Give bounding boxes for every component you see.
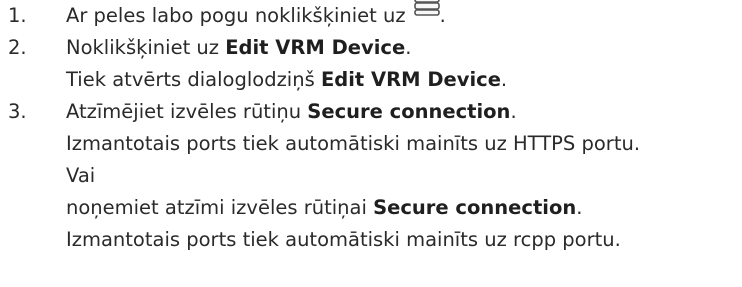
- step-2-bold: Edit VRM Device: [225, 36, 406, 59]
- step-result-text: Izmantotais ports tiek automātiski mainī…: [66, 132, 641, 155]
- step-3-alt-bold: Secure connection: [373, 196, 577, 219]
- step-result-text: Tiek atvērts dialoglodziņš Edit VRM Devi…: [66, 64, 507, 96]
- or-text: Vai: [66, 164, 96, 187]
- step-number: 1.: [8, 4, 27, 27]
- step-text: Noklikšķiniet uz Edit VRM Device.: [66, 32, 411, 64]
- step-2-suffix: .: [405, 36, 412, 59]
- step-3-alt-prefix: noņemiet atzīmi izvēles rūtiņai: [66, 196, 374, 219]
- step-1-text: Ar peles labo pogu noklikšķiniet uz: [66, 4, 406, 27]
- step-2-result-suffix: .: [500, 68, 508, 91]
- step-1-suffix: .: [439, 4, 446, 27]
- step-2-result-prefix: Tiek atvērts dialoglodziņš: [66, 68, 321, 91]
- step-text: Atzīmējiet izvēles rūtiņu Secure connect…: [66, 96, 517, 128]
- step-2-prefix: Noklikšķiniet uz: [66, 36, 226, 59]
- database-icon: [413, 0, 440, 16]
- step-number: 2.: [8, 36, 27, 59]
- step-result-text: Izmantotais ports tiek automātiski mainī…: [66, 228, 621, 251]
- instruction-list: 1. Ar peles labo pogu noklikšķiniet uz .…: [0, 0, 742, 287]
- step-3-bold: Secure connection: [307, 100, 511, 123]
- step-text: Ar peles labo pogu noklikšķiniet uz .: [66, 0, 446, 32]
- step-3-suffix: .: [510, 100, 517, 123]
- alt-step-text: noņemiet atzīmi izvēles rūtiņai Secure c…: [66, 192, 582, 224]
- step-3-alt-suffix: .: [576, 196, 583, 219]
- step-2-result-bold: Edit VRM Device: [320, 68, 501, 91]
- step-number: 3.: [8, 100, 27, 123]
- step-3-prefix: Atzīmējiet izvēles rūtiņu: [66, 100, 308, 123]
